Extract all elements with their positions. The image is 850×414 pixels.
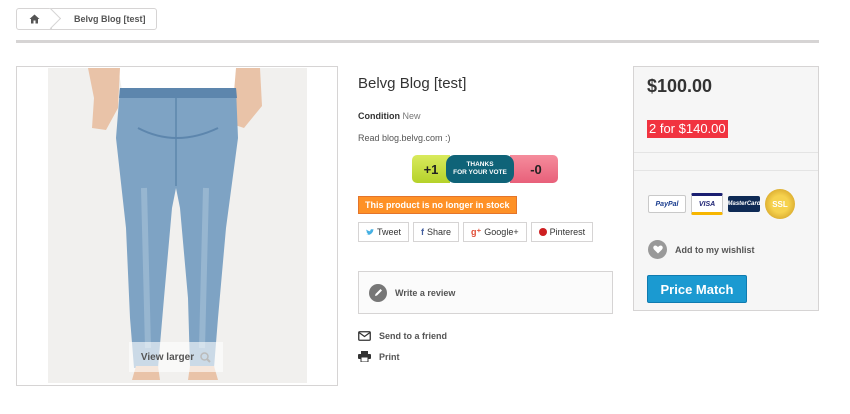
jeans-photo <box>48 68 307 383</box>
send-to-friend-label: Send to a friend <box>379 331 448 341</box>
condition-label: Condition <box>358 111 400 121</box>
wishlist-link[interactable]: Add to my wishlist <box>648 240 755 259</box>
pencil-icon <box>369 283 387 302</box>
condition-value: New <box>402 111 421 121</box>
breadcrumb-home-link[interactable] <box>17 9 52 29</box>
payment-logos: PayPal VISA MasterCard SSL <box>648 189 795 219</box>
facebook-icon: f <box>421 227 425 237</box>
printer-icon <box>358 351 371 362</box>
product-price: $100.00 <box>647 76 713 96</box>
header-divider <box>16 40 819 43</box>
facebook-share-button[interactable]: f Share <box>413 222 460 242</box>
vote-thanks-line2: FOR YOUR VOTE <box>453 169 507 176</box>
vote-thanks-badge: THANKS FOR YOUR VOTE <box>446 155 514 183</box>
tweet-label: Tweet <box>377 227 402 237</box>
share-buttons: Tweet f Share g⁺ Google+ Pinterest <box>358 222 594 242</box>
quantity-discount-badge: 2 for $140.00 <box>647 120 728 138</box>
short-description: Read blog.belvg.com :) <box>358 133 451 143</box>
buy-box-divider <box>634 152 818 153</box>
google-plus-icon: g⁺ <box>471 226 482 237</box>
print-link[interactable]: Print <box>358 351 400 362</box>
send-to-friend-link[interactable]: Send to a friend <box>358 331 447 341</box>
condition-row: Condition New <box>358 111 421 121</box>
zoom-icon <box>200 351 211 363</box>
vote-up-button[interactable]: +1 <box>412 155 450 183</box>
price-match-button[interactable]: Price Match <box>647 275 747 303</box>
twitter-icon <box>366 228 374 235</box>
view-larger-button[interactable]: View larger <box>129 342 223 372</box>
envelope-icon <box>358 331 371 341</box>
home-icon <box>29 14 39 24</box>
buy-box-divider <box>634 170 818 171</box>
google-label: Google+ <box>484 227 519 237</box>
product-image[interactable] <box>48 68 307 383</box>
write-review-link[interactable]: Write a review <box>395 288 455 298</box>
print-label: Print <box>379 351 400 362</box>
view-larger-label: View larger <box>140 351 195 363</box>
breadcrumb: Belvg Blog [test] <box>16 8 157 30</box>
vote-down-button[interactable]: -0 <box>510 155 558 183</box>
pinterest-label: Pinterest <box>549 227 586 237</box>
google-plus-button[interactable]: g⁺ Google+ <box>463 222 527 242</box>
ssl-badge-icon: SSL <box>765 189 795 219</box>
share-label: Share <box>427 227 452 237</box>
mastercard-logo: MasterCard <box>728 196 761 212</box>
vote-thanks-line1: THANKS <box>466 161 494 168</box>
vote-widget: +1 THANKS FOR YOUR VOTE -0 <box>412 155 558 183</box>
pinterest-button[interactable]: Pinterest <box>530 222 594 242</box>
paypal-logo: PayPal <box>648 195 686 213</box>
visa-logo: VISA <box>691 193 723 215</box>
wishlist-label: Add to my wishlist <box>675 244 755 255</box>
pinterest-icon <box>538 228 547 236</box>
product-title: Belvg Blog [test] <box>358 75 467 92</box>
out-of-stock-badge: This product is no longer in stock <box>358 196 517 214</box>
tweet-button[interactable]: Tweet <box>358 222 410 242</box>
heart-icon <box>648 240 667 259</box>
breadcrumb-current: Belvg Blog [test] <box>74 14 146 24</box>
write-review-box[interactable]: Write a review <box>358 271 613 314</box>
